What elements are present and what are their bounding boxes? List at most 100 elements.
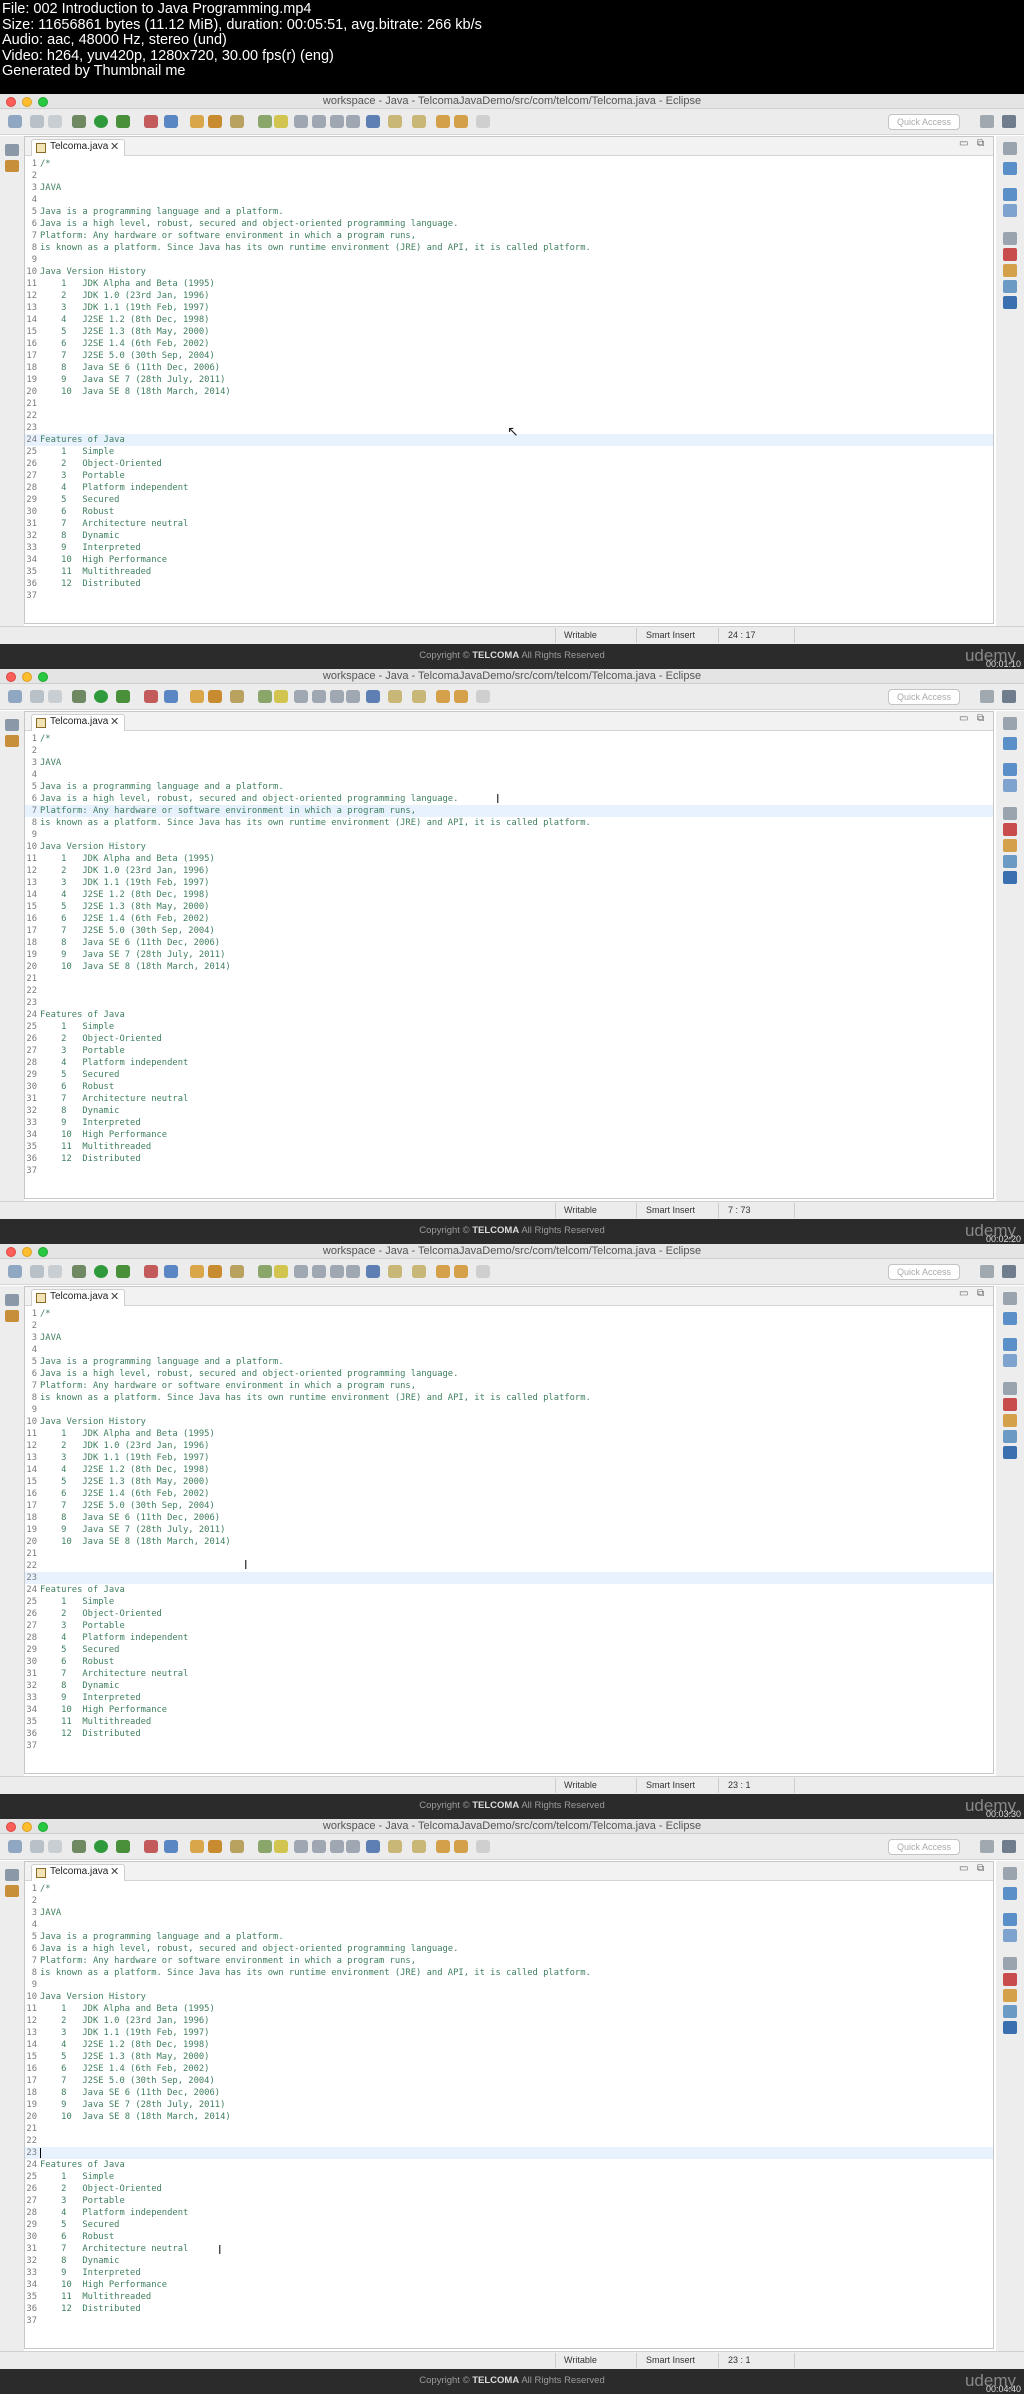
run-external-icon[interactable]	[116, 1265, 130, 1278]
run-icon[interactable]	[94, 1265, 108, 1278]
code-line[interactable]: 26 2 Object-Oriented	[25, 1608, 993, 1620]
code-line[interactable]: 11 1 JDK Alpha and Beta (1995)	[25, 278, 993, 290]
code-line[interactable]: 27 3 Portable	[25, 2195, 993, 2207]
code-line[interactable]: 9	[25, 829, 993, 841]
code-line[interactable]: 3 JAVA	[25, 1332, 993, 1344]
pin-icon[interactable]	[366, 1840, 380, 1853]
code-line[interactable]: 31 7 Architecture neutral	[25, 518, 993, 530]
debug-icon[interactable]	[72, 115, 86, 128]
restore-icon[interactable]	[1003, 1292, 1017, 1305]
print-icon[interactable]	[48, 115, 62, 128]
block-selection-icon[interactable]	[312, 115, 326, 128]
new-class-icon[interactable]	[190, 1265, 204, 1278]
code-line[interactable]: 15 5 J2SE 1.3 (8th May, 2000)	[25, 901, 993, 913]
close-tab-icon[interactable]: ✕	[110, 1865, 119, 1878]
code-line[interactable]: 32 8 Dynamic	[25, 530, 993, 542]
code-line[interactable]: 5 Java is a programming language and a pl…	[25, 1356, 993, 1368]
forward-icon[interactable]	[454, 690, 468, 703]
previous-annotation-icon[interactable]	[412, 690, 426, 703]
code-line[interactable]: 34 10 High Performance	[25, 554, 993, 566]
run-icon[interactable]	[94, 115, 108, 128]
close-tab-icon[interactable]: ✕	[110, 140, 119, 153]
code-line[interactable]: 8 is known as a platform. Since Java has …	[25, 242, 993, 254]
code-line[interactable]: 33 9 Interpreted	[25, 1692, 993, 1704]
back-icon[interactable]	[436, 1265, 450, 1278]
code-line[interactable]: 37	[25, 590, 993, 602]
code-line[interactable]: 19 9 Java SE 7 (28th July, 2011)	[25, 1524, 993, 1536]
debug-icon[interactable]	[72, 1265, 86, 1278]
word-wrap-icon[interactable]	[330, 690, 344, 703]
declaration-icon[interactable]	[1003, 2005, 1017, 2018]
pin-icon[interactable]	[366, 1265, 380, 1278]
minimize-editor-icon[interactable]: ▭	[959, 1863, 968, 1874]
code-line[interactable]: 10 Java Version History	[25, 1416, 993, 1428]
highlight-icon[interactable]	[274, 690, 288, 703]
open-perspective-icon[interactable]	[980, 115, 994, 128]
code-line[interactable]: 28 4 Platform independent	[25, 1057, 993, 1069]
code-line[interactable]: 26 2 Object-Oriented	[25, 458, 993, 470]
code-line[interactable]: 26 2 Object-Oriented	[25, 2183, 993, 2195]
word-wrap-icon[interactable]	[330, 1265, 344, 1278]
code-line[interactable]: 14 4 J2SE 1.2 (8th Dec, 1998)	[25, 2039, 993, 2051]
more-icon[interactable]	[476, 1840, 490, 1853]
new-class-icon[interactable]	[190, 115, 204, 128]
code-line[interactable]: 3 JAVA	[25, 757, 993, 769]
back-icon[interactable]	[436, 1840, 450, 1853]
code-line[interactable]: 36 12 Distributed	[25, 1153, 993, 1165]
code-line[interactable]: 18 8 Java SE 6 (11th Dec, 2006)	[25, 1512, 993, 1524]
code-line[interactable]: 19 9 Java SE 7 (28th July, 2011)	[25, 949, 993, 961]
open-perspective-icon[interactable]	[980, 1265, 994, 1278]
code-line[interactable]: 8 is known as a platform. Since Java has …	[25, 1967, 993, 1979]
code-line[interactable]: 13 3 JDK 1.1 (19th Feb, 1997)	[25, 1452, 993, 1464]
back-icon[interactable]	[436, 690, 450, 703]
code-area[interactable]: 1/* 2 3 JAVA 4 5 Java is a programming languag…	[25, 1308, 993, 1773]
code-line[interactable]: 14 4 J2SE 1.2 (8th Dec, 1998)	[25, 314, 993, 326]
open-type-icon[interactable]	[208, 1265, 222, 1278]
javadoc-icon[interactable]	[1003, 1414, 1017, 1427]
toggle-mark-icon[interactable]	[258, 115, 272, 128]
format-icon[interactable]	[346, 1840, 360, 1853]
task-list-icon[interactable]	[1003, 1913, 1017, 1926]
code-line[interactable]: 13 3 JDK 1.1 (19th Feb, 1997)	[25, 302, 993, 314]
toggle-mark-icon[interactable]	[258, 1840, 272, 1853]
previous-annotation-icon[interactable]	[412, 115, 426, 128]
code-line[interactable]: 22	[25, 410, 993, 422]
search-icon[interactable]	[230, 115, 244, 128]
run-icon[interactable]	[94, 690, 108, 703]
java-perspective-icon[interactable]	[1002, 1840, 1016, 1853]
open-perspective-icon[interactable]	[980, 1840, 994, 1853]
code-line[interactable]: 29 5 Secured	[25, 494, 993, 506]
connect-mylyn-icon[interactable]	[1003, 204, 1017, 217]
code-line[interactable]: 14 4 J2SE 1.2 (8th Dec, 1998)	[25, 889, 993, 901]
search-icon[interactable]	[230, 1265, 244, 1278]
minimize-editor-icon[interactable]: ▭	[959, 138, 968, 149]
code-line[interactable]: 13 3 JDK 1.1 (19th Feb, 1997)	[25, 2027, 993, 2039]
code-line[interactable]: 21	[25, 973, 993, 985]
code-line[interactable]: 25 1 Simple	[25, 1596, 993, 1608]
console-icon[interactable]	[1003, 871, 1017, 884]
new-java-project-icon[interactable]	[144, 1840, 158, 1853]
code-area[interactable]: 1/* 2 3 JAVA 4 5 Java is a programming languag…	[25, 733, 993, 1198]
code-line[interactable]: 35 11 Multithreaded	[25, 2291, 993, 2303]
outline-icon[interactable]	[1003, 1312, 1017, 1325]
code-line[interactable]: 17 7 J2SE 5.0 (30th Sep, 2004)	[25, 925, 993, 937]
code-line[interactable]: 8 is known as a platform. Since Java has …	[25, 1392, 993, 1404]
code-line[interactable]: 20 10 Java SE 8 (18th March, 2014)	[25, 961, 993, 973]
code-line[interactable]: 36 12 Distributed	[25, 2303, 993, 2315]
outline-icon[interactable]	[1003, 737, 1017, 750]
new-file-icon[interactable]	[8, 1265, 22, 1278]
code-line[interactable]: 28 4 Platform independent	[25, 482, 993, 494]
tab-telcoma-java[interactable]: Telcoma.java ✕	[31, 139, 125, 156]
next-annotation-icon[interactable]	[388, 115, 402, 128]
code-line[interactable]: 37	[25, 2315, 993, 2327]
code-line[interactable]: 24 Features of Java	[25, 1584, 993, 1596]
code-line[interactable]: 20 10 Java SE 8 (18th March, 2014)	[25, 2111, 993, 2123]
console-icon[interactable]	[1003, 296, 1017, 309]
new-class-icon[interactable]	[190, 690, 204, 703]
code-line[interactable]: 32 8 Dynamic	[25, 2255, 993, 2267]
print-icon[interactable]	[48, 1265, 62, 1278]
code-line[interactable]: 4	[25, 194, 993, 206]
connect-mylyn-icon[interactable]	[1003, 1929, 1017, 1942]
run-external-icon[interactable]	[116, 115, 130, 128]
previous-annotation-icon[interactable]	[412, 1840, 426, 1853]
